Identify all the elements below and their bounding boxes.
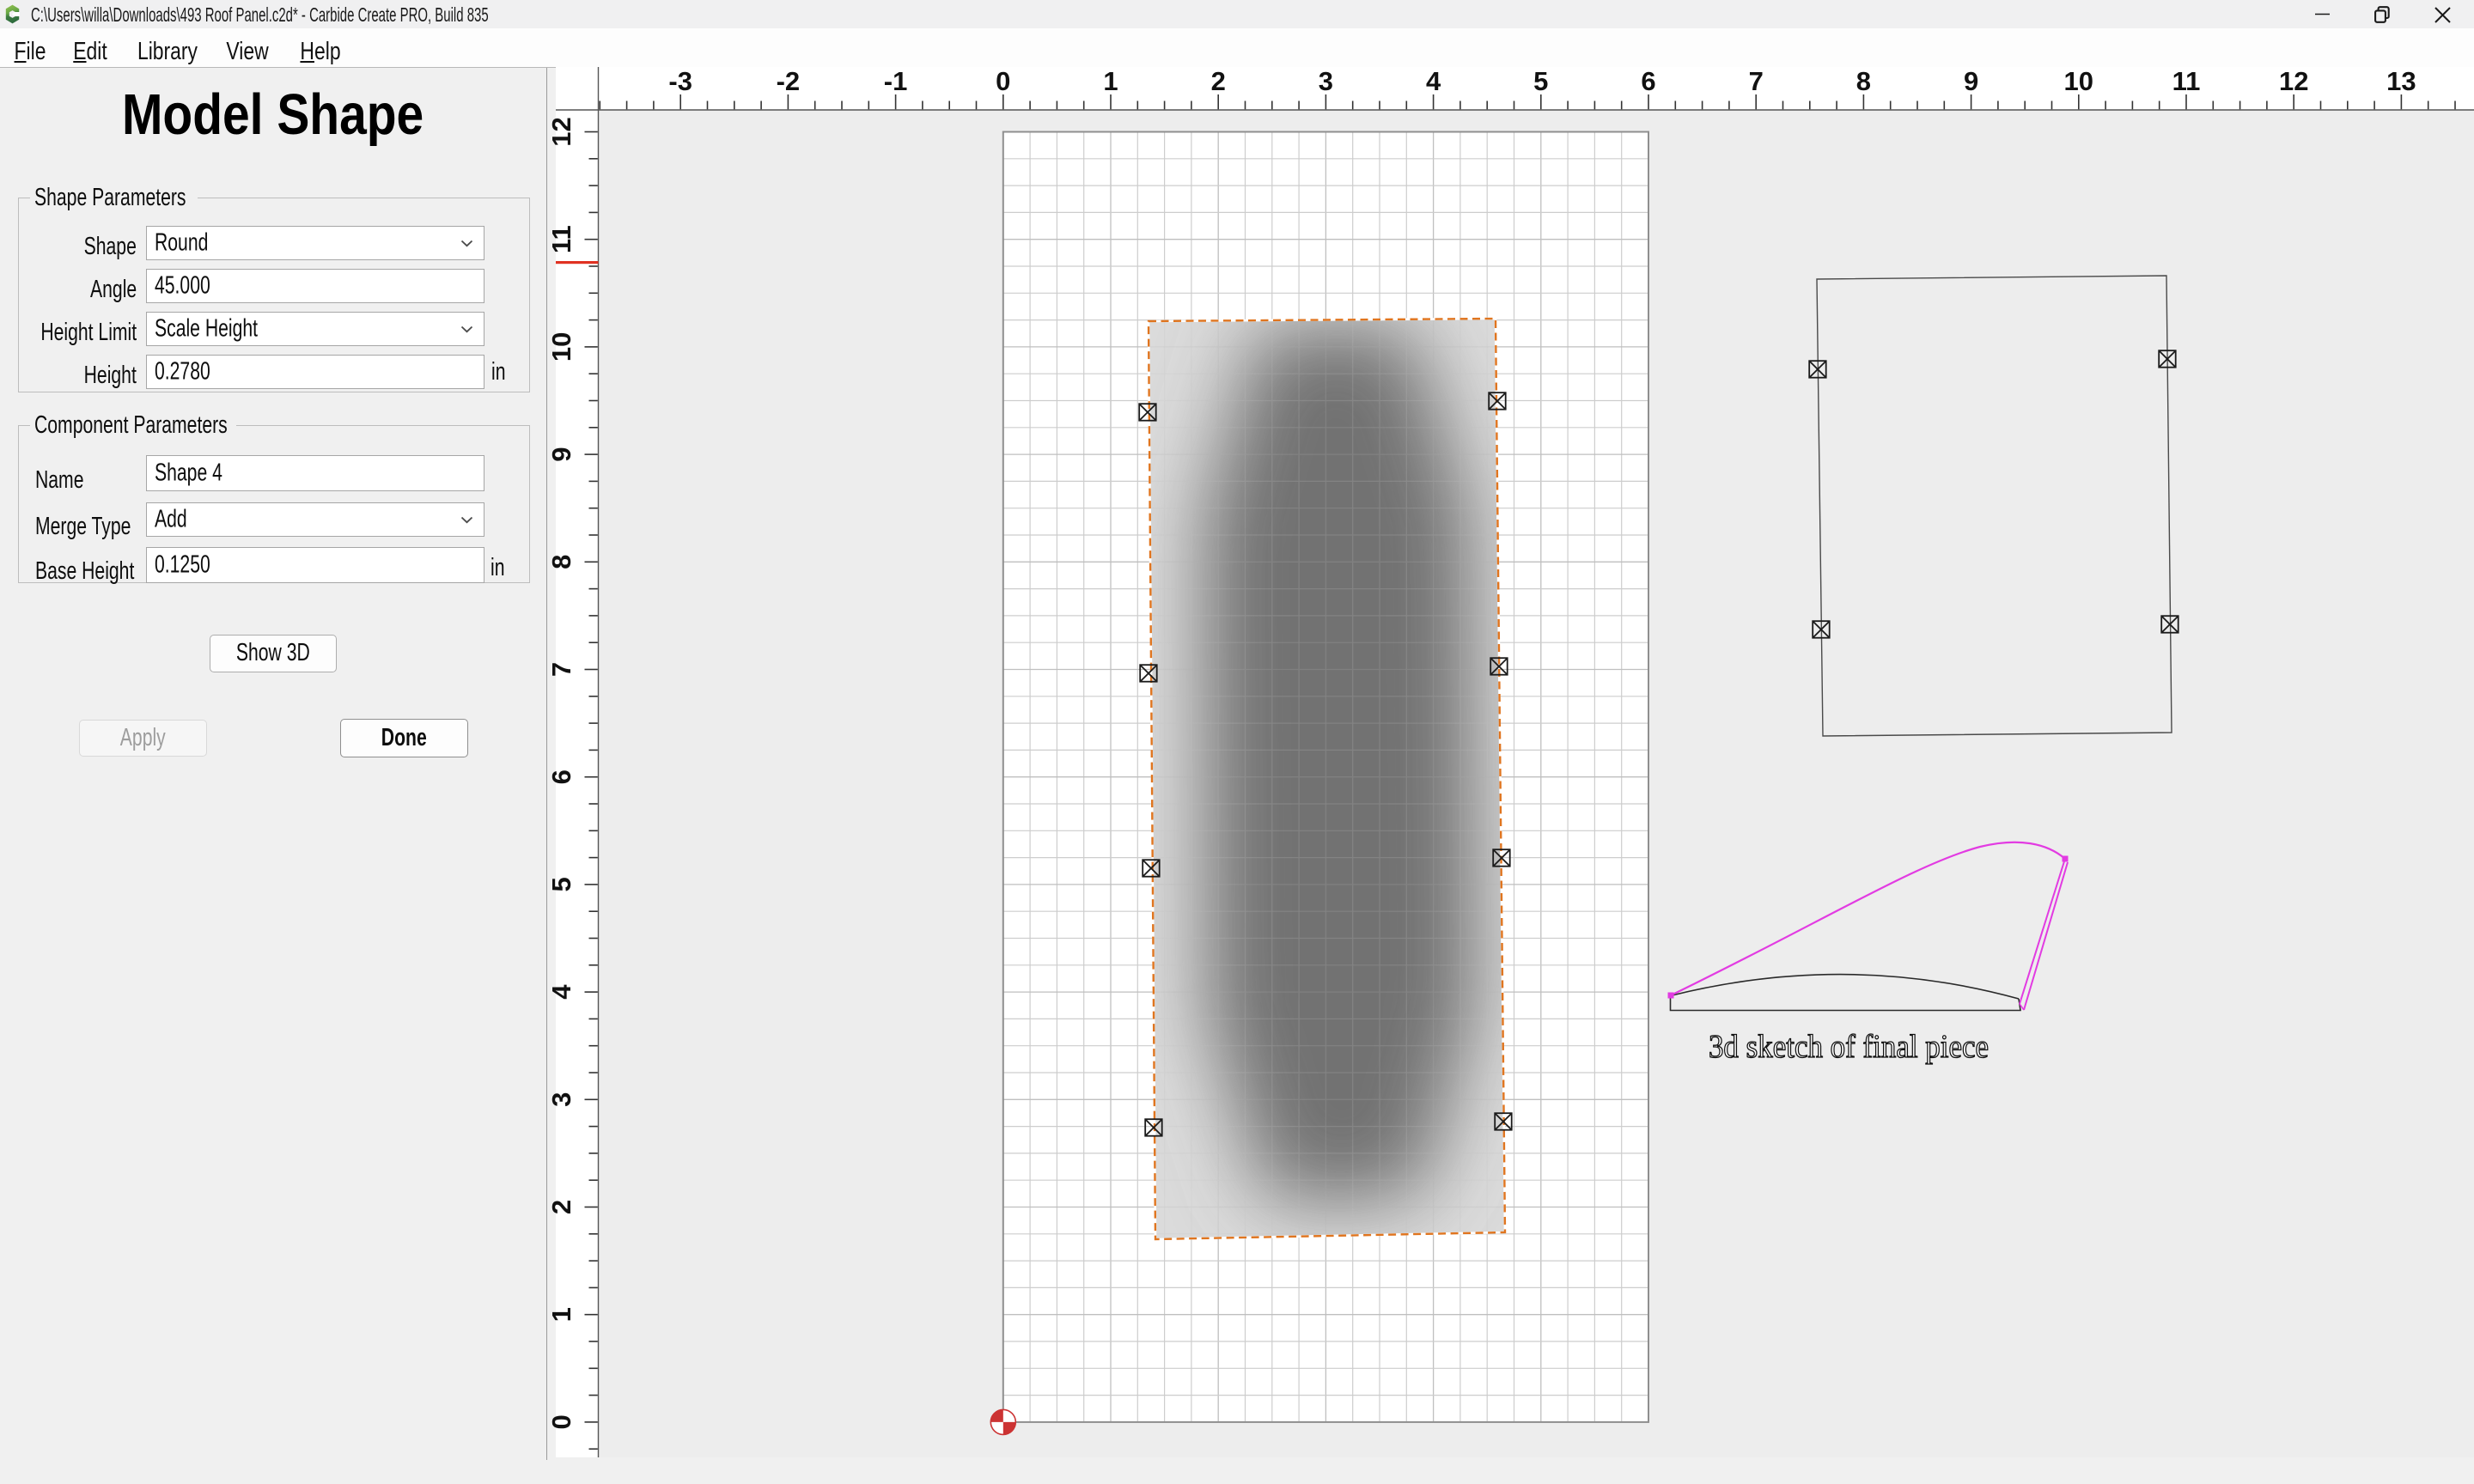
svg-text:6: 6 xyxy=(1641,66,1655,96)
svg-text:13: 13 xyxy=(2386,66,2416,96)
svg-text:0: 0 xyxy=(546,1414,576,1429)
svg-text:3: 3 xyxy=(1319,66,1333,96)
svg-text:7: 7 xyxy=(1749,66,1764,96)
svg-text:-3: -3 xyxy=(668,66,692,96)
svg-text:12: 12 xyxy=(546,117,576,146)
svg-text:7: 7 xyxy=(546,662,576,677)
svg-text:6: 6 xyxy=(546,769,576,784)
svg-text:10: 10 xyxy=(546,332,576,362)
svg-text:8: 8 xyxy=(546,555,576,569)
svg-text:9: 9 xyxy=(1964,66,1978,96)
svg-text:1: 1 xyxy=(1103,66,1118,96)
svg-text:3d sketch of final piece: 3d sketch of final piece xyxy=(1709,1028,1989,1065)
svg-text:3: 3 xyxy=(546,1092,576,1107)
svg-text:4: 4 xyxy=(546,984,576,1000)
svg-text:0: 0 xyxy=(996,66,1010,96)
svg-text:11: 11 xyxy=(546,225,576,253)
svg-text:8: 8 xyxy=(1856,66,1871,96)
svg-text:2: 2 xyxy=(546,1200,576,1214)
svg-text:4: 4 xyxy=(1426,66,1441,96)
svg-text:2: 2 xyxy=(1211,66,1226,96)
svg-text:11: 11 xyxy=(2172,66,2201,96)
svg-text:10: 10 xyxy=(2064,66,2093,96)
svg-text:5: 5 xyxy=(546,877,576,891)
svg-text:5: 5 xyxy=(1533,66,1548,96)
svg-text:-1: -1 xyxy=(884,66,908,96)
svg-text:12: 12 xyxy=(2279,66,2308,96)
svg-text:1: 1 xyxy=(546,1307,576,1322)
svg-text:-2: -2 xyxy=(777,66,801,96)
svg-text:9: 9 xyxy=(546,447,576,461)
